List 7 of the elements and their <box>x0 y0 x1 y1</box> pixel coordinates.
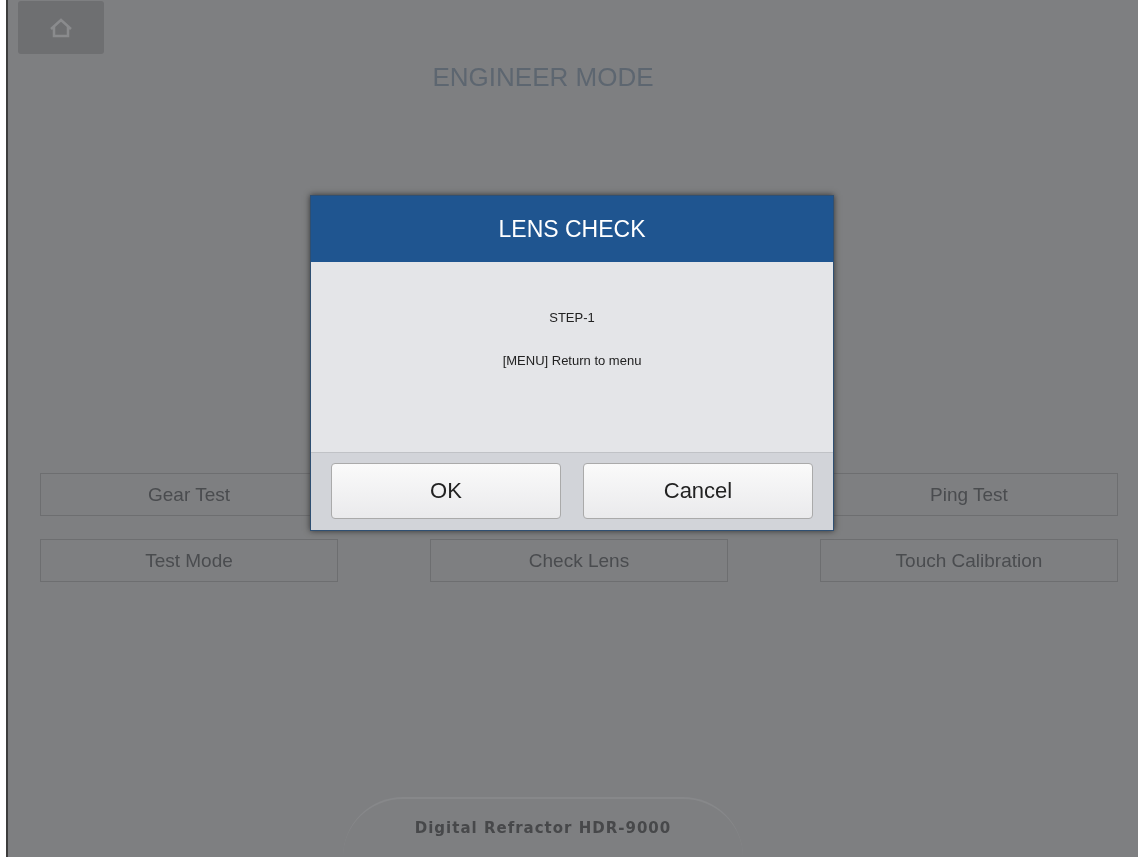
dialog-message: [MENU] Return to menu <box>502 353 642 368</box>
dialog-button[interactable]: OK <box>331 463 561 519</box>
dialog-button[interactable]: Cancel <box>583 463 813 519</box>
dialog-message: STEP-1 <box>549 310 595 325</box>
home-button[interactable] <box>18 1 104 54</box>
dialog-title: LENS CHECK <box>311 196 833 262</box>
home-icon <box>49 17 73 38</box>
